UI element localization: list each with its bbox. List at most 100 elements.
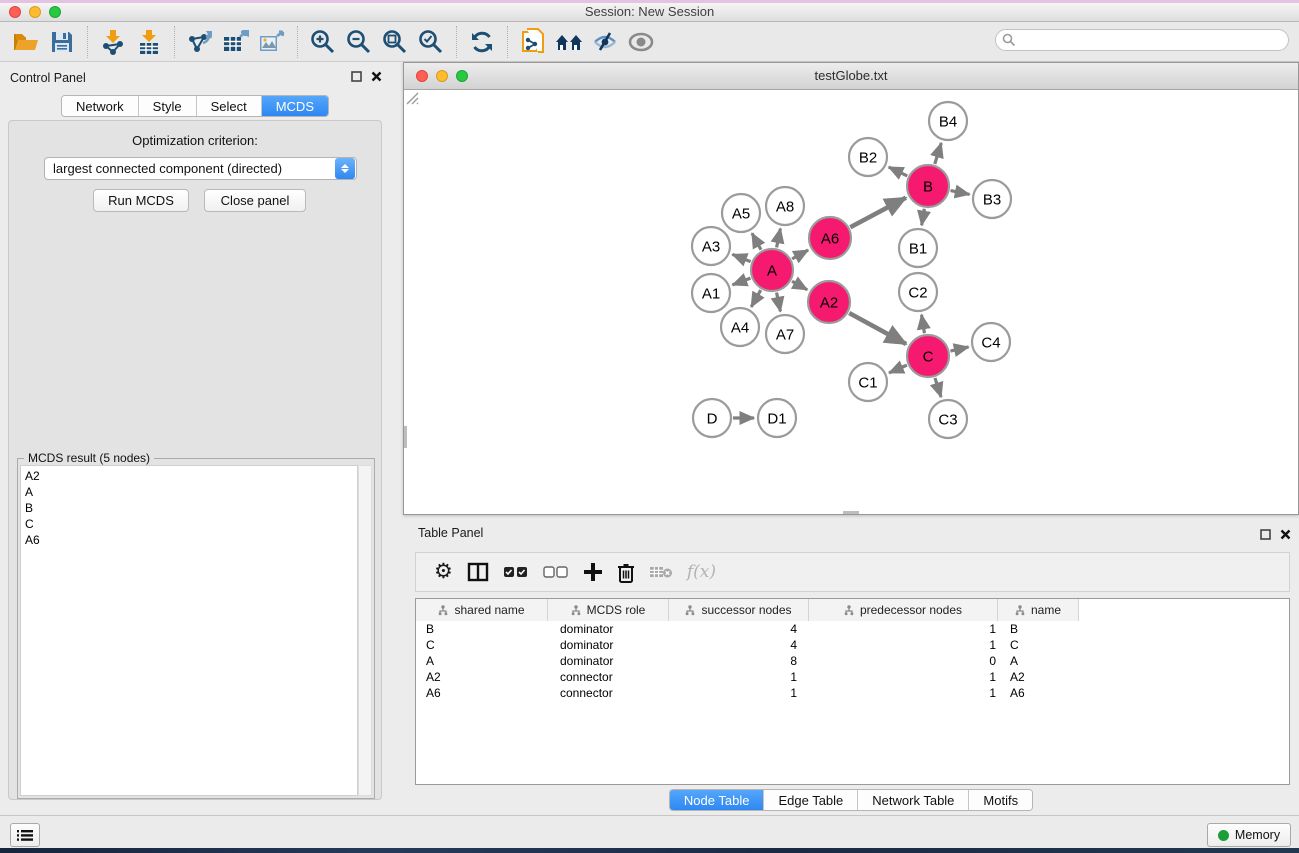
unselect-all-columns-icon[interactable] — [543, 566, 569, 578]
network-vscroll[interactable] — [404, 426, 407, 448]
table-cell[interactable]: 1 — [809, 685, 998, 701]
new-session-from-file-icon[interactable] — [515, 25, 551, 59]
table-cell[interactable]: A6 — [998, 685, 1079, 701]
delete-table-icon[interactable] — [649, 565, 673, 579]
graph-node-D1[interactable]: D1 — [758, 399, 796, 437]
network-zoom-button[interactable] — [456, 70, 468, 82]
show-log-button[interactable] — [10, 823, 40, 847]
network-canvas[interactable]: B4B2BB3A8A5A6A3B1AA1C2A2A4A7C4CC1C3DD1 — [404, 90, 1298, 514]
mcds-result-item[interactable]: B — [25, 500, 357, 516]
close-window-button[interactable] — [9, 6, 21, 18]
table-cell[interactable]: dominator — [548, 621, 669, 637]
create-column-icon[interactable] — [583, 562, 603, 582]
graph-edge-A-A2[interactable] — [792, 281, 807, 290]
column-header-name[interactable]: name — [998, 599, 1079, 621]
resize-grip-icon[interactable] — [404, 90, 419, 105]
column-header-MCDS-role[interactable]: MCDS role — [548, 599, 669, 621]
memory-button[interactable]: Memory — [1207, 823, 1291, 847]
table-cell[interactable]: 0 — [809, 653, 998, 669]
table-row[interactable]: Cdominator41C — [416, 637, 1289, 653]
graph-node-C4[interactable]: C4 — [972, 323, 1010, 361]
table-cell[interactable]: A6 — [416, 685, 548, 701]
table-cell[interactable]: 1 — [669, 669, 809, 685]
graph-node-C[interactable]: C — [907, 335, 949, 377]
graph-edge-C-C1[interactable] — [889, 365, 907, 373]
table-row[interactable]: A6connector11A6 — [416, 685, 1289, 701]
criterion-dropdown[interactable]: largest connected component (directed) — [44, 157, 357, 180]
table-cell[interactable]: A2 — [998, 669, 1079, 685]
close-table-panel-icon[interactable] — [1280, 529, 1291, 540]
column-header-shared-name[interactable]: shared name — [416, 599, 548, 621]
network-close-button[interactable] — [416, 70, 428, 82]
tab-style[interactable]: Style — [139, 96, 197, 116]
graph-node-A3[interactable]: A3 — [692, 227, 730, 265]
table-cell[interactable]: 1 — [809, 621, 998, 637]
mcds-result-item[interactable]: A2 — [25, 468, 357, 484]
delete-columns-icon[interactable] — [617, 562, 635, 583]
graph-node-B3[interactable]: B3 — [973, 180, 1011, 218]
graph-edge-A-A6[interactable] — [792, 250, 808, 259]
export-table-icon[interactable] — [218, 25, 254, 59]
table-cell[interactable]: B — [416, 621, 548, 637]
search-input[interactable] — [995, 29, 1289, 51]
column-header-successor-nodes[interactable]: successor nodes — [669, 599, 809, 621]
table-tab-node-table[interactable]: Node Table — [670, 790, 765, 810]
network-hscroll[interactable] — [843, 511, 859, 514]
table-cell[interactable]: 8 — [669, 653, 809, 669]
import-table-icon[interactable] — [131, 25, 167, 59]
graph-node-B[interactable]: B — [907, 165, 949, 207]
export-image-icon[interactable] — [254, 25, 290, 59]
graph-node-A1[interactable]: A1 — [692, 274, 730, 312]
graph-node-B4[interactable]: B4 — [929, 102, 967, 140]
zoom-window-button[interactable] — [49, 6, 61, 18]
table-cell[interactable]: A — [416, 653, 548, 669]
open-browser-icon[interactable] — [551, 25, 587, 59]
save-session-icon[interactable] — [44, 25, 80, 59]
graph-node-A4[interactable]: A4 — [721, 308, 759, 346]
run-mcds-button[interactable]: Run MCDS — [93, 189, 189, 212]
graph-node-B2[interactable]: B2 — [849, 138, 887, 176]
table-cell[interactable]: 4 — [669, 621, 809, 637]
graph-node-A5[interactable]: A5 — [722, 194, 760, 232]
hide-details-icon[interactable] — [587, 25, 623, 59]
import-network-icon[interactable] — [95, 25, 131, 59]
minimize-window-button[interactable] — [29, 6, 41, 18]
table-cell[interactable]: 1 — [669, 685, 809, 701]
function-builder-icon[interactable]: f(x) — [687, 562, 716, 582]
graph-node-C1[interactable]: C1 — [849, 363, 887, 401]
table-tab-edge-table[interactable]: Edge Table — [764, 790, 858, 810]
table-cell[interactable]: B — [998, 621, 1079, 637]
table-cell[interactable]: connector — [548, 669, 669, 685]
table-row[interactable]: A2connector11A2 — [416, 669, 1289, 685]
float-panel-icon[interactable] — [351, 71, 362, 82]
table-cell[interactable]: 1 — [809, 669, 998, 685]
table-cell[interactable]: dominator — [548, 637, 669, 653]
mcds-result-item[interactable]: A — [25, 484, 357, 500]
graph-edge-A-A8[interactable] — [777, 229, 781, 248]
table-cell[interactable]: A — [998, 653, 1079, 669]
graph-node-A2[interactable]: A2 — [808, 281, 850, 323]
tab-network[interactable]: Network — [62, 96, 139, 116]
graph-node-C3[interactable]: C3 — [929, 400, 967, 438]
graph-edge-C-C4[interactable] — [950, 347, 968, 351]
graph-edge-B-B2[interactable] — [889, 167, 908, 176]
close-panel-icon[interactable] — [371, 71, 382, 82]
graph-edge-A-A4[interactable] — [751, 290, 760, 307]
mcds-result-item[interactable]: A6 — [25, 532, 357, 548]
table-tab-motifs[interactable]: Motifs — [969, 790, 1032, 810]
table-tab-network-table[interactable]: Network Table — [858, 790, 969, 810]
zoom-in-icon[interactable] — [305, 25, 341, 59]
graph-edge-C-C2[interactable] — [922, 315, 925, 334]
mcds-result-item[interactable]: C — [25, 516, 357, 532]
graph-node-A7[interactable]: A7 — [766, 315, 804, 353]
zoom-selected-icon[interactable] — [413, 25, 449, 59]
network-minimize-button[interactable] — [436, 70, 448, 82]
graph-node-A8[interactable]: A8 — [766, 187, 804, 225]
graph-node-C2[interactable]: C2 — [899, 273, 937, 311]
graph-edge-A6-B[interactable] — [850, 198, 906, 228]
table-cell[interactable]: C — [998, 637, 1079, 653]
select-all-columns-icon[interactable] — [503, 566, 529, 578]
graph-edge-C-C3[interactable] — [935, 378, 941, 397]
graph-edge-A-A1[interactable] — [733, 278, 751, 285]
column-header-predecessor-nodes[interactable]: predecessor nodes — [809, 599, 998, 621]
